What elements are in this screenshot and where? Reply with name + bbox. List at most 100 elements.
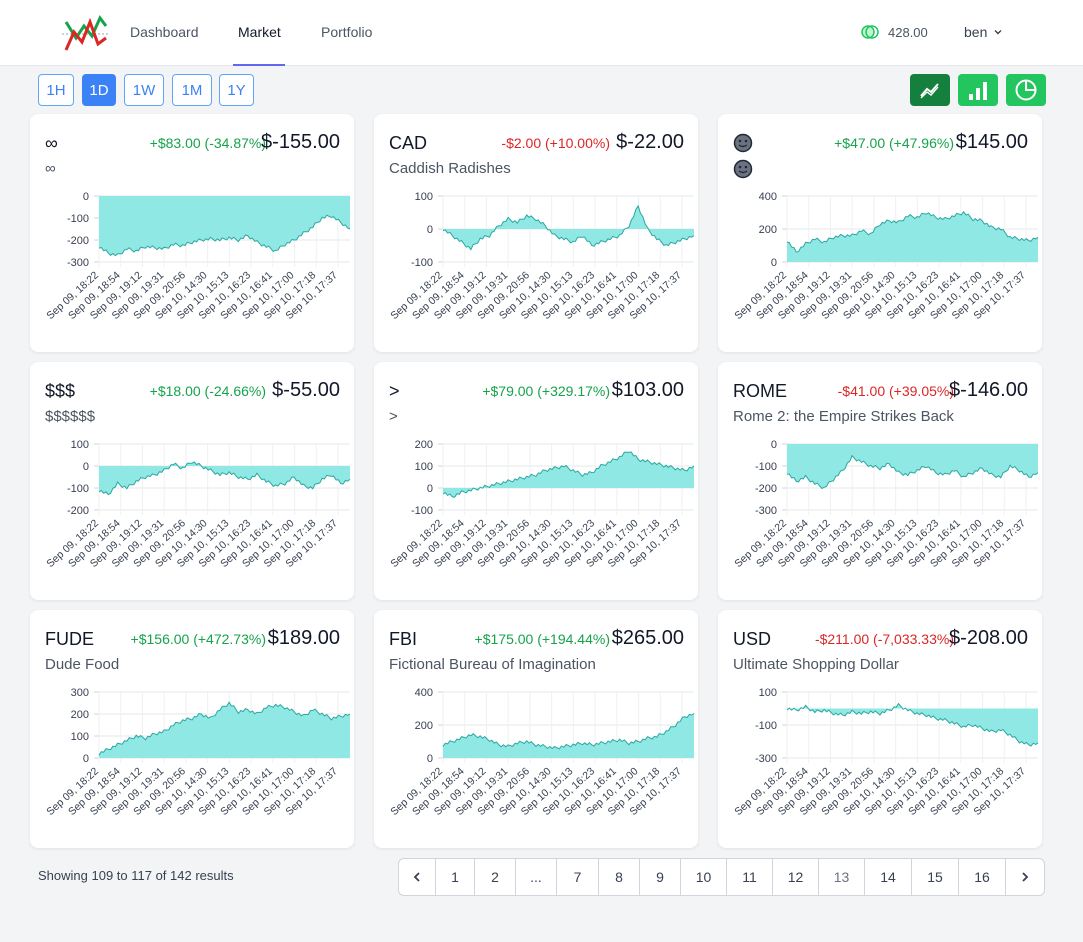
price-chart: 3002001000Sep 09, 18:22Sep 09, 18:54Sep …	[44, 687, 351, 818]
price-chart: 0-100-200-300Sep 09, 18:22Sep 09, 18:54S…	[44, 191, 351, 322]
prev-page-button[interactable]	[399, 859, 436, 895]
price-chart: 1000-100Sep 09, 18:22Sep 09, 18:54Sep 09…	[388, 191, 695, 322]
price-chart: 2001000-100Sep 09, 18:22Sep 09, 18:54Sep…	[388, 439, 695, 570]
area-fill	[99, 461, 350, 495]
y-tick-label: 400	[759, 191, 777, 203]
area-fill	[99, 196, 350, 256]
page-button[interactable]: 8	[599, 859, 640, 895]
balance-value: 428.00	[888, 24, 928, 40]
area-fill	[787, 211, 1038, 262]
card-symbol-smiley-icon	[733, 133, 753, 158]
card-price: $-55.00	[272, 379, 340, 401]
card-name: Dude Food	[45, 656, 120, 673]
area-fill	[443, 205, 694, 250]
page-button[interactable]: 10	[681, 859, 727, 895]
y-tick-label: 0	[83, 461, 89, 473]
y-tick-label: 0	[771, 257, 777, 269]
page-button[interactable]: 14	[865, 859, 912, 895]
current-page-button[interactable]: 13	[819, 859, 865, 895]
y-tick-label: 100	[415, 191, 433, 203]
card-name: Rome 2: the Empire Strikes Back	[733, 408, 954, 425]
card-name: Caddish Radishes	[389, 160, 511, 177]
y-tick-label: -100	[67, 213, 89, 225]
area-fill	[443, 452, 694, 498]
active-nav-indicator	[233, 64, 285, 66]
market-card[interactable]: FUDE Dude Food +$156.00 (+472.73%) $189.00 3…	[30, 610, 354, 848]
y-tick-label: -100	[411, 505, 433, 517]
price-chart: 4002000Sep 09, 18:22Sep 09, 18:54Sep 09,…	[732, 191, 1039, 322]
card-price: $-22.00	[616, 131, 684, 153]
app-logo-icon[interactable]	[60, 14, 110, 54]
card-name: $$$$$$	[45, 408, 96, 425]
range-1w-button[interactable]: 1W	[124, 74, 164, 106]
price-chart: 1000-100-200Sep 09, 18:22Sep 09, 18:54Se…	[44, 439, 351, 570]
card-name: Fictional Bureau of Imagination	[389, 656, 596, 673]
series-line	[442, 204, 695, 251]
page-button[interactable]: 11	[727, 859, 773, 895]
card-name-smiley-icon	[733, 159, 753, 183]
market-card[interactable]: > > +$79.00 (+329.17%) $103.00 200 100 0 -100 Se…	[374, 362, 698, 600]
market-card[interactable]: ∞ ∞ +$83.00 (-34.87%) $-155.00 0 -100 -200 -300…	[30, 114, 354, 352]
range-1h-button[interactable]: 1H	[38, 74, 74, 106]
card-price: $145.00	[955, 131, 1028, 153]
bar-chart-icon	[969, 82, 987, 100]
market-card[interactable]: ROME Rome 2: the Empire Strikes Back -$41.…	[718, 362, 1042, 600]
card-price: $-208.00	[949, 627, 1028, 649]
page-button[interactable]: 2	[475, 859, 516, 895]
card-name: Ultimate Shopping Dollar	[733, 656, 899, 673]
y-tick-label: 400	[415, 687, 433, 699]
card-symbol: FUDE	[45, 629, 94, 649]
nav-dashboard[interactable]: Dashboard	[130, 24, 199, 40]
market-card[interactable]: FBI Fictional Bureau of Imagination +$175.…	[374, 610, 698, 848]
range-1m-button[interactable]: 1M	[172, 74, 212, 106]
nav-portfolio[interactable]: Portfolio	[321, 24, 372, 40]
y-tick-label: 0	[427, 224, 433, 236]
market-card[interactable]: +$47.00 (+47.96%) $145.00 400 200 0 Sep 09, 1…	[718, 114, 1042, 352]
navbar: Dashboard Market Portfolio 428.00 ben	[0, 0, 1083, 66]
y-tick-label: 100	[759, 687, 777, 699]
card-symbol: FBI	[389, 629, 418, 649]
market-card[interactable]: CAD Caddish Radishes -$2.00 (+10.00%) $-22.…	[374, 114, 698, 352]
y-tick-label: 0	[427, 753, 433, 765]
bar-view-button[interactable]	[958, 74, 998, 106]
next-page-button[interactable]	[1006, 859, 1044, 895]
page-button[interactable]: 12	[773, 859, 819, 895]
card-name: >	[389, 408, 398, 425]
user-menu[interactable]: ben	[964, 24, 1003, 40]
y-tick-label: 0	[83, 753, 89, 765]
y-tick-label: 0	[83, 191, 89, 203]
pie-view-button[interactable]	[1006, 74, 1046, 106]
card-price: $-155.00	[261, 131, 340, 153]
page-button[interactable]: 15	[912, 859, 959, 895]
y-tick-label: -100	[755, 720, 777, 732]
market-card[interactable]: USD Ultimate Shopping Dollar -$211.00 (-7,…	[718, 610, 1042, 848]
range-1d-button[interactable]: 1D	[82, 74, 116, 106]
card-price: $-146.00	[949, 379, 1028, 401]
page-ellipsis: ...	[516, 859, 557, 895]
page-button[interactable]: 7	[557, 859, 599, 895]
card-symbol: $$$	[45, 381, 76, 401]
y-tick-label: -200	[67, 235, 89, 247]
card-price: $265.00	[611, 627, 684, 649]
card-symbol: ∞	[45, 133, 58, 153]
y-tick-label: -100	[67, 483, 89, 495]
card-price: $189.00	[267, 627, 340, 649]
range-1y-button[interactable]: 1Y	[219, 74, 254, 106]
page-button[interactable]: 9	[640, 859, 681, 895]
nav-market[interactable]: Market	[238, 24, 281, 40]
chevron-down-icon	[994, 30, 1002, 35]
card-change: +$18.00 (-24.66%)	[149, 383, 266, 399]
market-card[interactable]: $$$ $$$$$$ +$18.00 (-24.66%) $-55.00 100 0 -10…	[30, 362, 354, 600]
card-name: ∞	[45, 160, 56, 177]
balance-display: 428.00	[860, 22, 928, 42]
page-button[interactable]: 16	[959, 859, 1006, 895]
y-tick-label: 0	[771, 439, 777, 451]
page-button[interactable]: 1	[436, 859, 475, 895]
y-tick-label: -100	[755, 461, 777, 473]
y-tick-label: 200	[415, 439, 433, 451]
y-tick-label: 100	[71, 439, 89, 451]
card-symbol: USD	[733, 629, 772, 649]
y-tick-label: -200	[67, 505, 89, 517]
line-view-button[interactable]	[910, 74, 950, 106]
username: ben	[964, 24, 988, 40]
